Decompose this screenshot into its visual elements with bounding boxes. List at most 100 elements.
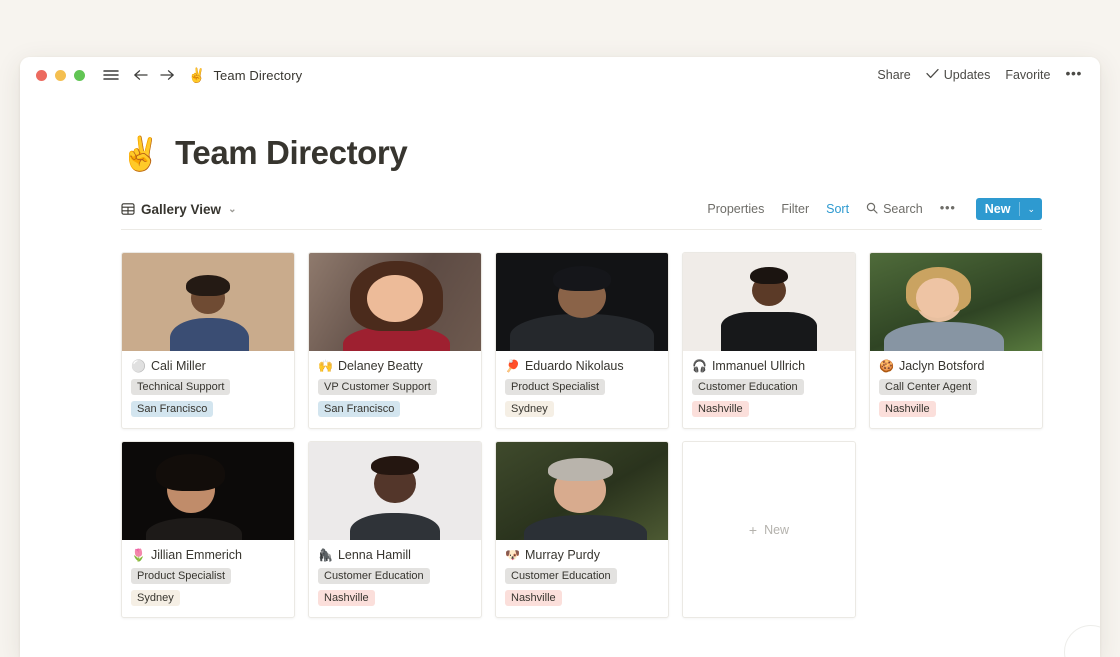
card-emoji-icon: 🎧 — [692, 360, 707, 372]
hamburger-icon[interactable] — [102, 67, 119, 84]
favorite-button[interactable]: Favorite — [1005, 68, 1050, 82]
card-emoji-icon: 🙌 — [318, 360, 333, 372]
card-cover-photo — [496, 253, 668, 351]
sort-button[interactable]: Sort — [826, 202, 849, 216]
card-location-tag: Sydney — [131, 590, 180, 606]
breadcrumb[interactable]: Team Directory — [213, 68, 302, 83]
card-name-row: 🌷 Jillian Emmerich — [131, 548, 285, 562]
view-name: Gallery View — [141, 202, 221, 217]
card-cover-photo — [496, 442, 668, 540]
card-body: 🌷 Jillian Emmerich Product Specialist Sy… — [122, 540, 294, 617]
close-button[interactable] — [36, 70, 47, 81]
card-body: 🐶 Murray Purdy Customer Education Nashvi… — [496, 540, 668, 617]
more-options-icon[interactable]: ••• — [1065, 66, 1082, 84]
titlebar: ✌️ Team Directory Share Updates Favorite… — [20, 57, 1100, 93]
card-name-row: 🙌 Delaney Beatty — [318, 359, 472, 373]
card-role-tag: Customer Education — [692, 379, 804, 395]
card-role-tag: Product Specialist — [131, 568, 231, 584]
card-role-tag: Product Specialist — [505, 379, 605, 395]
card-cover-photo — [870, 253, 1042, 351]
card-location-tag: Sydney — [505, 401, 554, 417]
card-role-tag: VP Customer Support — [318, 379, 437, 395]
chevron-down-icon[interactable]: ⌄ — [228, 204, 236, 215]
card-name-row: 🐶 Murray Purdy — [505, 548, 659, 562]
breadcrumb-emoji: ✌️ — [188, 68, 205, 82]
tab-gallery-view[interactable]: Gallery View ⌄ — [121, 202, 236, 217]
new-button-caret-icon[interactable]: ⌄ — [1020, 198, 1042, 220]
properties-button[interactable]: Properties — [707, 202, 764, 216]
card-location-tag: Nashville — [879, 401, 936, 417]
page-title-row: ✌️ Team Directory — [20, 93, 1100, 172]
card-cover-photo — [122, 253, 294, 351]
card-person-name: Immanuel Ullrich — [712, 359, 805, 373]
gallery-card[interactable]: 🐶 Murray Purdy Customer Education Nashvi… — [495, 441, 669, 618]
plus-icon: + — [749, 523, 757, 537]
card-name-row: 🎧 Immanuel Ullrich — [692, 359, 846, 373]
new-button[interactable]: New ⌄ — [976, 198, 1042, 220]
card-body: 🙌 Delaney Beatty VP Customer Support San… — [309, 351, 481, 428]
new-card-label: New — [764, 523, 789, 537]
gallery-card[interactable]: 🌷 Jillian Emmerich Product Specialist Sy… — [121, 441, 295, 618]
page-emoji[interactable]: ✌️ — [120, 137, 161, 170]
card-location-tag: Nashville — [318, 590, 375, 606]
gallery-card[interactable]: 🍪 Jaclyn Botsford Call Center Agent Nash… — [869, 252, 1043, 429]
card-emoji-icon: 🦍 — [318, 549, 333, 561]
gallery-grid: ⚪ Cali Miller Technical Support San Fran… — [121, 252, 1051, 618]
card-name-row: 🍪 Jaclyn Botsford — [879, 359, 1033, 373]
card-body: 🍪 Jaclyn Botsford Call Center Agent Nash… — [870, 351, 1042, 428]
app-window: ✌️ Team Directory Share Updates Favorite… — [20, 57, 1100, 657]
view-more-icon[interactable]: ••• — [940, 201, 956, 218]
card-role-tag: Call Center Agent — [879, 379, 977, 395]
card-location-tag: Nashville — [692, 401, 749, 417]
card-person-name: Delaney Beatty — [338, 359, 423, 373]
card-emoji-icon: 🍪 — [879, 360, 894, 372]
search-button[interactable]: Search — [866, 202, 923, 217]
card-body: ⚪ Cali Miller Technical Support San Fran… — [122, 351, 294, 428]
updates-button[interactable]: Updates — [926, 68, 991, 82]
card-name-row: ⚪ Cali Miller — [131, 359, 285, 373]
updates-label: Updates — [944, 68, 991, 82]
card-emoji-icon: 🌷 — [131, 549, 146, 561]
card-body: 🦍 Lenna Hamill Customer Education Nashvi… — [309, 540, 481, 617]
card-role-tag: Technical Support — [131, 379, 230, 395]
card-emoji-icon: 🐶 — [505, 549, 520, 561]
card-emoji-icon: ⚪ — [131, 360, 146, 372]
card-name-row: 🦍 Lenna Hamill — [318, 548, 472, 562]
card-location-tag: San Francisco — [318, 401, 400, 417]
gallery-card[interactable]: 🦍 Lenna Hamill Customer Education Nashvi… — [308, 441, 482, 618]
share-button[interactable]: Share — [877, 68, 910, 82]
page-title[interactable]: Team Directory — [175, 134, 407, 172]
arrow-left-icon[interactable] — [132, 67, 149, 84]
search-label: Search — [883, 202, 923, 216]
card-role-tag: Customer Education — [318, 568, 430, 584]
minimize-button[interactable] — [55, 70, 66, 81]
card-cover-photo — [309, 442, 481, 540]
card-emoji-icon: 🏓 — [505, 360, 520, 372]
card-cover-photo — [309, 253, 481, 351]
gallery-grid-icon — [121, 202, 135, 216]
card-location-tag: San Francisco — [131, 401, 213, 417]
card-person-name: Jaclyn Botsford — [899, 359, 984, 373]
filter-button[interactable]: Filter — [781, 202, 809, 216]
card-person-name: Cali Miller — [151, 359, 206, 373]
card-person-name: Jillian Emmerich — [151, 548, 242, 562]
zoom-button[interactable] — [74, 70, 85, 81]
card-cover-photo — [683, 253, 855, 351]
arrow-right-icon[interactable] — [158, 67, 175, 84]
gallery-card[interactable]: 🎧 Immanuel Ullrich Customer Education Na… — [682, 252, 856, 429]
titlebar-actions: Share Updates Favorite ••• — [877, 66, 1086, 84]
card-location-tag: Nashville — [505, 590, 562, 606]
check-icon — [926, 68, 939, 82]
window-controls — [36, 70, 85, 81]
new-button-label: New — [976, 198, 1020, 220]
card-body: 🏓 Eduardo Nikolaus Product Specialist Sy… — [496, 351, 668, 428]
gallery-card[interactable]: 🏓 Eduardo Nikolaus Product Specialist Sy… — [495, 252, 669, 429]
gallery-card[interactable]: ⚪ Cali Miller Technical Support San Fran… — [121, 252, 295, 429]
new-card-button[interactable]: + New — [682, 441, 856, 618]
view-actions: Properties Filter Sort Search ••• New ⌄ — [707, 198, 1042, 220]
gallery-card[interactable]: 🙌 Delaney Beatty VP Customer Support San… — [308, 252, 482, 429]
card-person-name: Eduardo Nikolaus — [525, 359, 624, 373]
card-role-tag: Customer Education — [505, 568, 617, 584]
card-person-name: Lenna Hamill — [338, 548, 411, 562]
search-icon — [866, 202, 878, 217]
